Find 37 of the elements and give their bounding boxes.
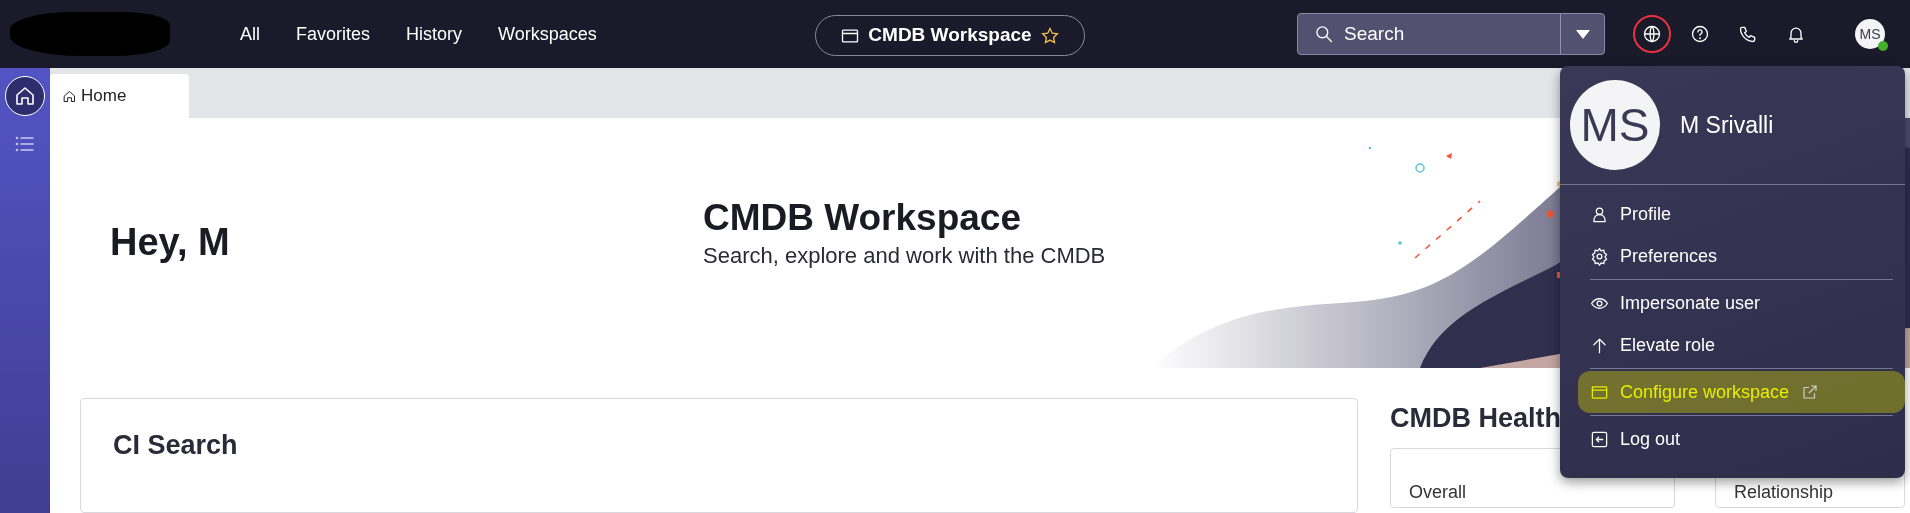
home-icon <box>62 88 77 104</box>
search-field[interactable]: Search <box>1297 13 1605 55</box>
globe-button[interactable] <box>1633 15 1671 53</box>
arrow-up-icon <box>1590 335 1609 355</box>
help-icon <box>1690 24 1710 44</box>
nav-link[interactable]: History <box>406 20 463 48</box>
section-title: CMDB Health <box>1390 402 1561 435</box>
menu-item[interactable]: Configure workspace <box>1578 371 1905 413</box>
workspace-subtitle: Search, explore and work with the CMDB <box>703 241 1106 270</box>
user-avatar: MS <box>1570 80 1660 170</box>
external-link-icon <box>1801 383 1820 401</box>
home-button[interactable] <box>5 76 45 116</box>
card-label: Relationship <box>1734 482 1834 503</box>
menu-item[interactable]: Profile <box>1578 193 1905 235</box>
star-icon <box>1039 25 1060 46</box>
menu-item[interactable]: Preferences <box>1578 235 1905 277</box>
caret-icon <box>1575 29 1590 39</box>
search-input[interactable]: Search <box>1342 18 1542 50</box>
nav-link[interactable]: Workspaces <box>498 20 597 48</box>
home-tab[interactable]: Home <box>50 74 189 118</box>
card-label: Overall <box>1409 482 1466 503</box>
menu-item[interactable]: Elevate role <box>1578 324 1905 366</box>
phone-icon <box>1738 24 1758 44</box>
menu-item[interactable]: Impersonate user <box>1578 282 1905 324</box>
user-name: M Srivalli <box>1680 110 1774 140</box>
card-title: CI Search <box>113 429 239 462</box>
avatar-button[interactable]: MS <box>1855 19 1885 49</box>
home-icon <box>13 84 37 108</box>
globe-icon <box>1642 24 1662 44</box>
settings-icon <box>1590 246 1609 266</box>
nav-link[interactable]: Favorites <box>296 20 371 48</box>
greeting: Hey, M <box>109 220 231 266</box>
nav-link[interactable]: All <box>240 20 260 48</box>
logout-icon <box>1590 429 1609 449</box>
workspace-title: CMDB Workspace <box>703 198 1022 239</box>
search-icon <box>1314 24 1334 44</box>
menu-item[interactable]: Log out <box>1578 418 1905 460</box>
